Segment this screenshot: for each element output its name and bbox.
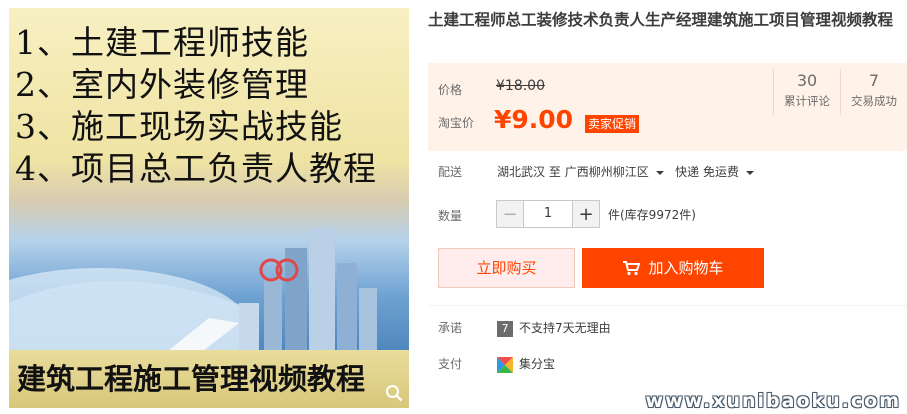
buy-now-button[interactable]: 立即购买 xyxy=(438,248,575,288)
stat-transactions[interactable]: 7 交易成功 xyxy=(840,69,907,115)
city-skyline-illustration xyxy=(9,228,377,358)
quantity-input[interactable]: 1 xyxy=(524,200,572,228)
site-watermark: www.xunibaoku.com xyxy=(645,390,901,412)
product-main-image[interactable]: 1、土建工程师技能 2、室内外装修管理 3、施工现场实战技能 4、项目总工负责人… xyxy=(9,8,409,408)
promo-price: ¥9.00 xyxy=(494,105,574,134)
promise-value[interactable]: 7 不支持7天无理由 xyxy=(497,319,611,337)
add-to-cart-button[interactable]: 加入购物车 xyxy=(582,248,764,288)
stock-info: 件(库存9972件) xyxy=(608,208,696,222)
stat-transactions-caption: 交易成功 xyxy=(851,94,897,108)
image-banner-text: 1、土建工程师技能 2、室内外装修管理 3、施工现场实战技能 4、项目总工负责人… xyxy=(15,22,405,190)
product-detail-panel: 土建工程师总工装修技术负责人生产经理建筑施工项目管理视频教程 价格 ¥18.00… xyxy=(428,0,907,414)
chevron-down-icon xyxy=(745,170,754,175)
promise-label: 承诺 xyxy=(438,321,463,335)
image-bottom-title: 建筑工程施工管理视频教程 xyxy=(17,362,366,396)
shipping-from: 湖北武汉 xyxy=(497,165,546,179)
stat-transactions-value: 7 xyxy=(868,71,880,90)
chevron-down-icon xyxy=(655,170,664,175)
seven-day-icon: 7 xyxy=(497,320,513,337)
add-to-cart-label: 加入购物车 xyxy=(648,259,724,277)
original-price: ¥18.00 xyxy=(496,78,545,94)
promo-price-label: 淘宝价 xyxy=(438,116,475,130)
image-line-1: 1、土建工程师技能 xyxy=(15,23,309,62)
zoom-icon[interactable] xyxy=(385,384,403,402)
jifenbao-icon xyxy=(497,356,513,373)
quantity-decrease-button[interactable]: − xyxy=(496,200,524,228)
shipping-destination: 广西柳州柳江区 xyxy=(564,165,649,179)
price-label: 价格 xyxy=(438,83,463,97)
promise-text: 不支持7天无理由 xyxy=(519,321,611,335)
quantity-increase-button[interactable]: + xyxy=(572,200,600,228)
stat-reviews-caption: 累计评论 xyxy=(784,94,830,108)
shipping-value: 湖北武汉 至 广西柳州柳江区 快递 免运费 xyxy=(497,163,754,180)
quantity-label: 数量 xyxy=(438,209,463,223)
shipping-destination-select[interactable]: 广西柳州柳江区 xyxy=(565,165,664,179)
divider xyxy=(428,305,907,306)
cart-icon xyxy=(623,261,641,276)
payment-label: 支付 xyxy=(438,357,463,371)
product-title: 土建工程师总工装修技术负责人生产经理建筑施工项目管理视频教程 xyxy=(428,11,894,29)
stat-reviews[interactable]: 30 累计评论 xyxy=(773,69,840,115)
shipping-label: 配送 xyxy=(438,165,463,179)
image-line-2: 2、室内外装修管理 xyxy=(15,65,309,104)
price-box: 价格 ¥18.00 淘宝价 ¥9.00 卖家促销 30 累计评论 7 交易成功 xyxy=(428,63,907,151)
shipping-method: 快递 免运费 xyxy=(675,165,739,179)
image-line-4: 4、项目总工负责人教程 xyxy=(15,149,377,188)
quantity-stepper: − 1 + xyxy=(496,200,600,228)
shipping-method-select[interactable]: 快递 免运费 xyxy=(675,165,754,179)
promo-tag: 卖家促销 xyxy=(585,115,640,133)
image-line-3: 3、施工现场实战技能 xyxy=(15,107,343,146)
sales-stats: 30 累计评论 7 交易成功 xyxy=(773,69,907,115)
payment-value[interactable]: 集分宝 xyxy=(497,355,555,373)
shipping-to-word: 至 xyxy=(548,165,561,179)
payment-method: 集分宝 xyxy=(519,357,556,371)
stat-reviews-value: 30 xyxy=(796,71,818,90)
